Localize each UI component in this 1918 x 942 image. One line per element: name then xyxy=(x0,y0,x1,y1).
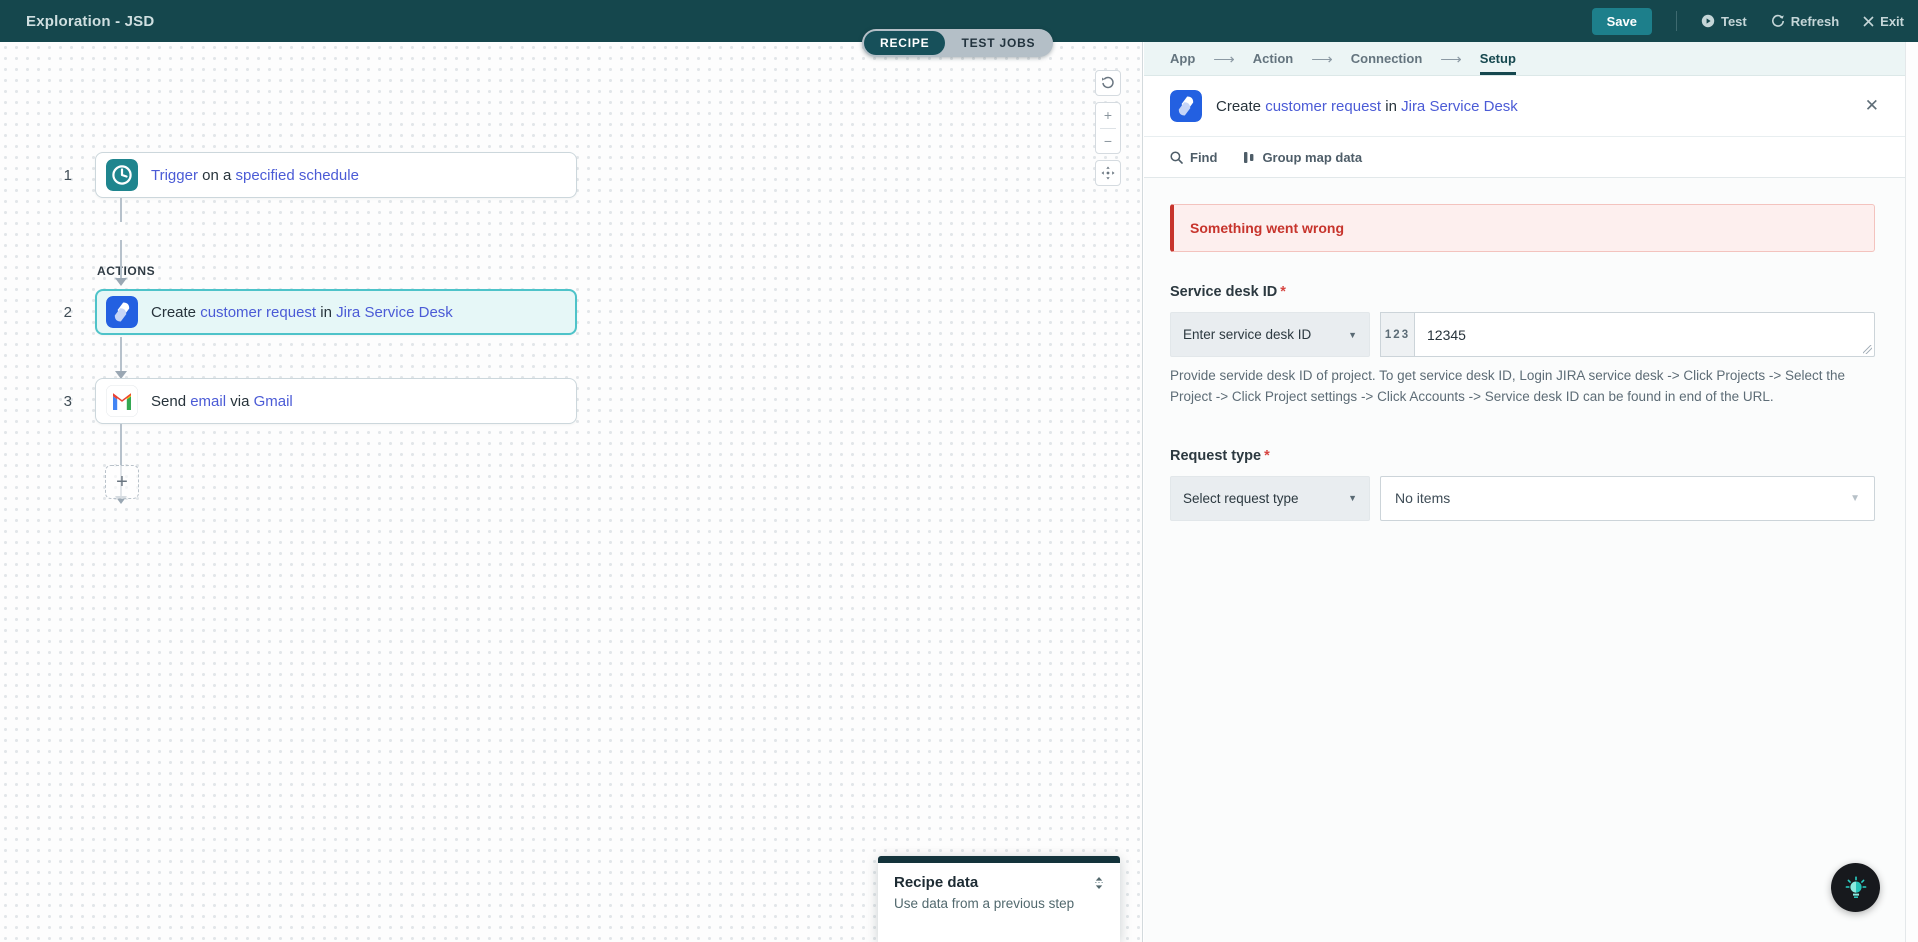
error-message: Something went wrong xyxy=(1190,220,1858,236)
step-description: Trigger on a specified schedule xyxy=(151,167,359,184)
recipe-data-panel[interactable]: Recipe data Use data from a previous ste… xyxy=(878,856,1120,942)
zoom-out-button[interactable]: − xyxy=(1096,129,1120,154)
resize-handle-icon[interactable] xyxy=(1094,877,1104,889)
connector-line xyxy=(120,198,122,222)
exit-button[interactable]: Exit xyxy=(1863,14,1904,29)
dropdown-value: Enter service desk ID xyxy=(1183,327,1311,342)
group-map-data-button[interactable]: Group map data xyxy=(1243,150,1362,165)
clock-icon xyxy=(106,159,138,191)
panel-toolbar: Find Group map data xyxy=(1144,137,1905,178)
refresh-button[interactable]: Refresh xyxy=(1771,14,1839,29)
recipe-data-header-bar xyxy=(878,856,1120,863)
chevron-down-icon: ▼ xyxy=(1850,493,1860,504)
jira-service-desk-icon xyxy=(106,296,138,328)
test-label: Test xyxy=(1721,14,1747,29)
request-type-mode-dropdown[interactable]: Select request type ▼ xyxy=(1170,476,1370,521)
select-value: No items xyxy=(1395,490,1450,506)
fit-to-screen-button[interactable] xyxy=(1095,160,1121,186)
recipe-canvas[interactable]: RECIPE TEST JOBS TRIGGER 1 Trigger on a … xyxy=(0,42,1143,942)
request-type-select[interactable]: No items ▼ xyxy=(1380,476,1875,521)
recipe-tab-switch: RECIPE TEST JOBS xyxy=(862,29,1053,57)
breadcrumb-action[interactable]: Action xyxy=(1253,42,1293,75)
find-button[interactable]: Find xyxy=(1170,150,1217,165)
step-number: 1 xyxy=(50,167,72,184)
step-gmail-card[interactable]: Send email via Gmail xyxy=(95,378,577,424)
number-type-badge: 123 xyxy=(1380,312,1414,357)
chevron-down-icon: ▼ xyxy=(1348,330,1357,340)
jira-service-desk-icon xyxy=(1170,90,1202,122)
breadcrumb-connection[interactable]: Connection xyxy=(1351,42,1423,75)
service-desk-id-label: Service desk ID* xyxy=(1170,284,1875,300)
dropdown-value: Select request type xyxy=(1183,491,1299,506)
close-icon xyxy=(1863,16,1874,27)
refresh-label: Refresh xyxy=(1791,14,1839,29)
gmail-icon xyxy=(106,385,138,417)
step-jira-card[interactable]: Create customer request in Jira Service … xyxy=(95,289,577,335)
refresh-icon xyxy=(1771,14,1785,28)
arrow-right-icon: ⟶ xyxy=(1311,50,1333,68)
connector-line xyxy=(120,337,122,373)
recipe-title: Exploration - JSD xyxy=(26,13,154,30)
arrow-right-icon: ⟶ xyxy=(1213,50,1235,68)
panel-title-row: Create customer request in Jira Service … xyxy=(1144,76,1905,137)
zoom-control: + − xyxy=(1095,102,1121,154)
arrow-right-icon: ⟶ xyxy=(1440,50,1462,68)
step-number: 3 xyxy=(50,393,72,410)
tab-recipe[interactable]: RECIPE xyxy=(864,31,945,55)
search-icon xyxy=(1170,151,1183,164)
find-label: Find xyxy=(1190,150,1217,165)
group-columns-icon xyxy=(1243,151,1255,164)
service-desk-id-help: Provide servide desk ID of project. To g… xyxy=(1170,366,1875,408)
play-circle-icon xyxy=(1701,14,1715,28)
add-step-button[interactable]: + xyxy=(105,465,139,499)
config-breadcrumb: App ⟶ Action ⟶ Connection ⟶ Setup xyxy=(1144,42,1905,76)
step-number: 2 xyxy=(50,304,72,321)
connector-line xyxy=(120,240,122,278)
reset-view-button[interactable] xyxy=(1095,70,1121,96)
test-button[interactable]: Test xyxy=(1701,14,1747,29)
tab-test-jobs[interactable]: TEST JOBS xyxy=(945,31,1051,55)
chevron-down-icon: ▼ xyxy=(1348,493,1357,503)
step-config-panel: App ⟶ Action ⟶ Connection ⟶ Setup Create… xyxy=(1144,42,1905,942)
fit-icon xyxy=(1101,166,1115,180)
exit-label: Exit xyxy=(1880,14,1904,29)
required-asterisk: * xyxy=(1264,448,1270,464)
required-asterisk: * xyxy=(1280,284,1286,300)
step-description: Send email via Gmail xyxy=(151,393,293,410)
recipe-data-subtitle: Use data from a previous step xyxy=(894,896,1104,911)
reset-icon xyxy=(1101,76,1115,90)
step-trigger-card[interactable]: Trigger on a specified schedule xyxy=(95,152,577,198)
save-button[interactable]: Save xyxy=(1592,8,1652,35)
request-type-label: Request type* xyxy=(1170,448,1875,464)
service-desk-id-input[interactable] xyxy=(1414,312,1875,357)
recipe-data-title: Recipe data xyxy=(894,874,978,891)
group-map-data-label: Group map data xyxy=(1262,150,1362,165)
breadcrumb-app[interactable]: App xyxy=(1170,42,1195,75)
panel-step-title: Create customer request in Jira Service … xyxy=(1216,98,1518,115)
scrollbar-rail[interactable] xyxy=(1905,42,1918,942)
service-desk-id-mode-dropdown[interactable]: Enter service desk ID ▼ xyxy=(1170,312,1370,357)
divider xyxy=(1676,11,1677,31)
step-description: Create customer request in Jira Service … xyxy=(151,304,453,321)
actions-section-label: ACTIONS xyxy=(97,264,155,278)
breadcrumb-setup[interactable]: Setup xyxy=(1480,42,1516,75)
zoom-in-button[interactable]: + xyxy=(1096,103,1120,128)
assistant-lightbulb-button[interactable] xyxy=(1831,863,1880,912)
connector-arrowhead xyxy=(115,278,127,286)
lightbulb-icon xyxy=(1842,874,1870,902)
error-banner: Something went wrong xyxy=(1170,204,1875,252)
close-panel-button[interactable]: ✕ xyxy=(1861,92,1883,120)
